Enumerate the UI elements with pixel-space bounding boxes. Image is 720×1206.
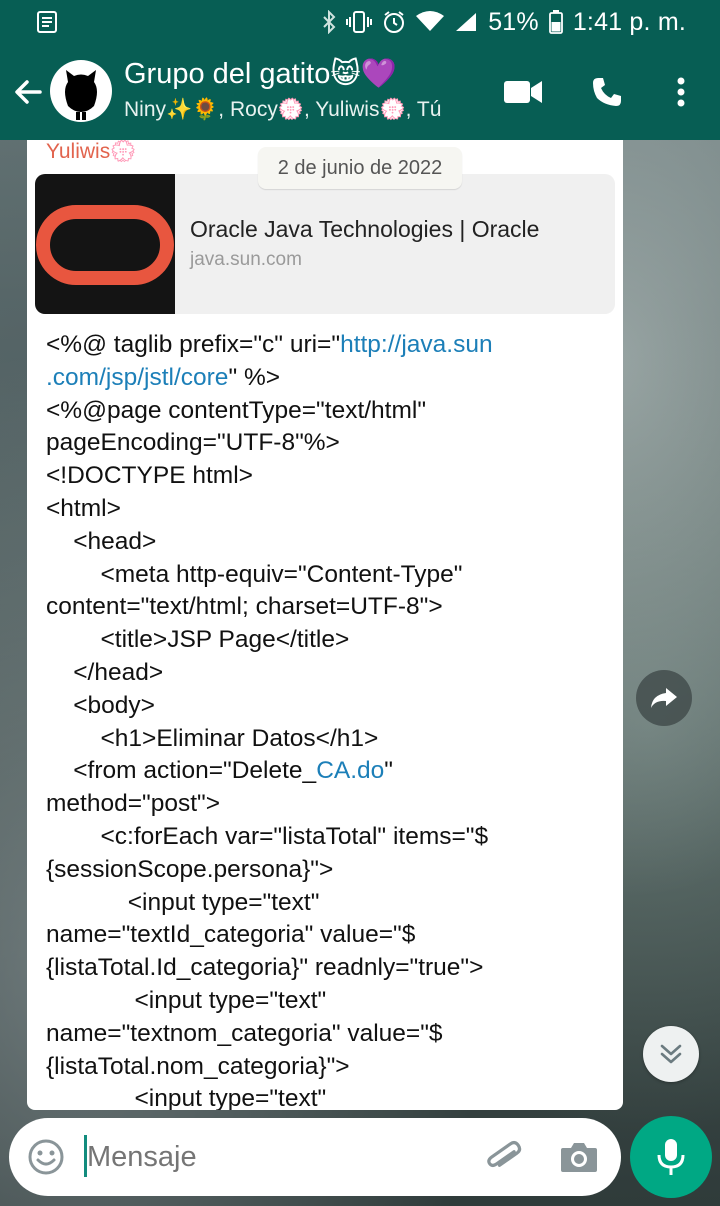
- chat-members[interactable]: Niny✨🌻, Rocy💮, Yuliwis💮, Tú: [124, 98, 441, 122]
- message-text-span: <c:forEach var="listaTotal" items="$: [46, 822, 489, 850]
- message-input[interactable]: [87, 1136, 467, 1178]
- message-text-span: <title>JSP Page</title>: [46, 626, 350, 654]
- message-link[interactable]: .com/jsp/jstl/core: [46, 364, 228, 391]
- message-link[interactable]: CA.do: [316, 757, 384, 784]
- message-line: content="text/html; charset=UTF-8">: [46, 591, 606, 624]
- sender-name: Yuliwis💮: [46, 140, 137, 163]
- message-text-span: name="textId_categoria" value="$: [46, 921, 416, 949]
- message-line: {sessionScope.persona}">: [46, 854, 606, 887]
- phone-icon: [593, 78, 621, 106]
- video-call-icon: [504, 81, 542, 103]
- scroll-down-icon: [660, 1044, 682, 1064]
- alarm-icon: [384, 11, 405, 33]
- message-line: <title>JSP Page</title>: [46, 624, 606, 657]
- emoji-icon[interactable]: [27, 1138, 65, 1176]
- message-text-span: <meta http-equiv="Content-Type": [46, 560, 463, 588]
- message-line: <%@page contentType="text/html": [46, 395, 606, 428]
- microphone-icon: [657, 1139, 685, 1175]
- group-avatar[interactable]: [50, 60, 112, 122]
- message-text-span: <input type="text": [46, 1085, 327, 1110]
- scroll-down-button[interactable]: [643, 1026, 699, 1082]
- voice-message-button[interactable]: [630, 1116, 712, 1198]
- message-line: <!DOCTYPE html>: [46, 460, 606, 493]
- message-text-span: {listaTotal.Id_categoria}" readnly="true…: [46, 954, 484, 982]
- message-text-span: <input type="text": [46, 888, 320, 916]
- link-domain: java.sun.com: [190, 249, 302, 270]
- forward-button[interactable]: [636, 670, 692, 726]
- date-chip: 2 de junio de 2022: [258, 147, 462, 189]
- message-text-span: {sessionScope.persona}">: [46, 855, 334, 883]
- message-text-span: <%@ taglib prefix="c" uri=": [46, 331, 341, 358]
- message-line: <html>: [46, 493, 606, 526]
- signal-icon: [456, 13, 477, 31]
- message-line: <c:forEach var="listaTotal" items="$: [46, 821, 606, 854]
- message-line: <input type="text": [46, 887, 606, 920]
- message-line: {listaTotal.nom_categoria}">: [46, 1051, 606, 1084]
- notification-icon: [37, 11, 57, 33]
- wifi-icon: [416, 11, 445, 31]
- message-line: <input type="text": [46, 1083, 606, 1110]
- voice-call-button[interactable]: [587, 72, 627, 112]
- message-text: <%@ taglib prefix="c" uri="http://java.s…: [46, 329, 606, 1110]
- link-thumbnail: [35, 174, 175, 314]
- link-preview[interactable]: Oracle Java Technologies | Oracle java.s…: [35, 174, 615, 314]
- message-line: <head>: [46, 526, 606, 559]
- message-text-span: <input type="text": [46, 986, 327, 1014]
- message-text-span: content="text/html; charset=UTF-8">: [46, 593, 443, 621]
- message-line: <h1>Eliminar Datos</h1>: [46, 723, 606, 756]
- message-line: {listaTotal.Id_categoria}" readnly="true…: [46, 952, 606, 985]
- vibrate-icon: [346, 11, 373, 33]
- battery-icon: [548, 10, 563, 34]
- message-line: .com/jsp/jstl/core" %>: [46, 362, 606, 395]
- message-composer: [9, 1118, 621, 1196]
- forward-icon: [651, 688, 677, 708]
- message-text-span: method="post">: [46, 790, 221, 818]
- more-options-icon: [677, 77, 685, 107]
- message-bubble[interactable]: Yuliwis💮 Oracle Java Technologies | Orac…: [27, 140, 623, 1110]
- cat-silhouette-icon: [65, 70, 97, 120]
- message-text-span: <head>: [46, 527, 157, 555]
- message-line: <input type="text": [46, 985, 606, 1018]
- message-line: <meta http-equiv="Content-Type": [46, 559, 606, 592]
- attach-clip-icon[interactable]: [483, 1136, 525, 1178]
- message-text-span: <from action="Delete_: [46, 757, 317, 785]
- more-options-button[interactable]: [661, 72, 701, 112]
- message-text-span: <%@page contentType="text/html": [46, 396, 427, 424]
- message-text-span: pageEncoding="UTF-8"%>: [46, 429, 340, 457]
- message-text-span: </head>: [46, 658, 164, 686]
- message-text-span: " %>: [228, 363, 281, 391]
- message-line: method="post">: [46, 788, 606, 821]
- message-text-span: <html>: [46, 494, 121, 522]
- back-arrow-icon[interactable]: [10, 74, 46, 110]
- video-call-button[interactable]: [503, 72, 543, 112]
- message-text-span: <body>: [46, 691, 155, 719]
- message-text-span: <!DOCTYPE html>: [46, 462, 253, 490]
- camera-icon[interactable]: [559, 1138, 599, 1176]
- status-bar: 51% 1:41 p. m.: [0, 0, 720, 44]
- oracle-logo-icon: [36, 205, 174, 285]
- chat-title[interactable]: Grupo del gatito😸💜: [124, 56, 397, 91]
- message-line: name="textId_categoria" value="$: [46, 919, 606, 952]
- message-link[interactable]: http://java.sun: [340, 331, 493, 358]
- message-text-span: {listaTotal.nom_categoria}">: [46, 1052, 350, 1080]
- link-title: Oracle Java Technologies | Oracle: [190, 216, 540, 242]
- bluetooth-icon: [323, 10, 336, 34]
- message-text-span: <h1>Eliminar Datos</h1>: [46, 724, 379, 752]
- clock: 1:41 p. m.: [572, 7, 686, 36]
- message-line: <%@ taglib prefix="c" uri="http://java.s…: [46, 329, 606, 362]
- message-line: <from action="Delete_CA.do": [46, 755, 606, 788]
- message-line: pageEncoding="UTF-8"%>: [46, 427, 606, 460]
- message-line: </head>: [46, 657, 606, 690]
- message-text-span: name="textnom_categoria" value="$: [46, 1019, 443, 1047]
- message-line: <body>: [46, 690, 606, 723]
- chat-header: Grupo del gatito😸💜 Niny✨🌻, Rocy💮, Yuliwi…: [0, 44, 720, 140]
- battery-percent: 51%: [488, 7, 539, 36]
- message-line: name="textnom_categoria" value="$: [46, 1018, 606, 1051]
- message-text-span: ": [384, 757, 393, 785]
